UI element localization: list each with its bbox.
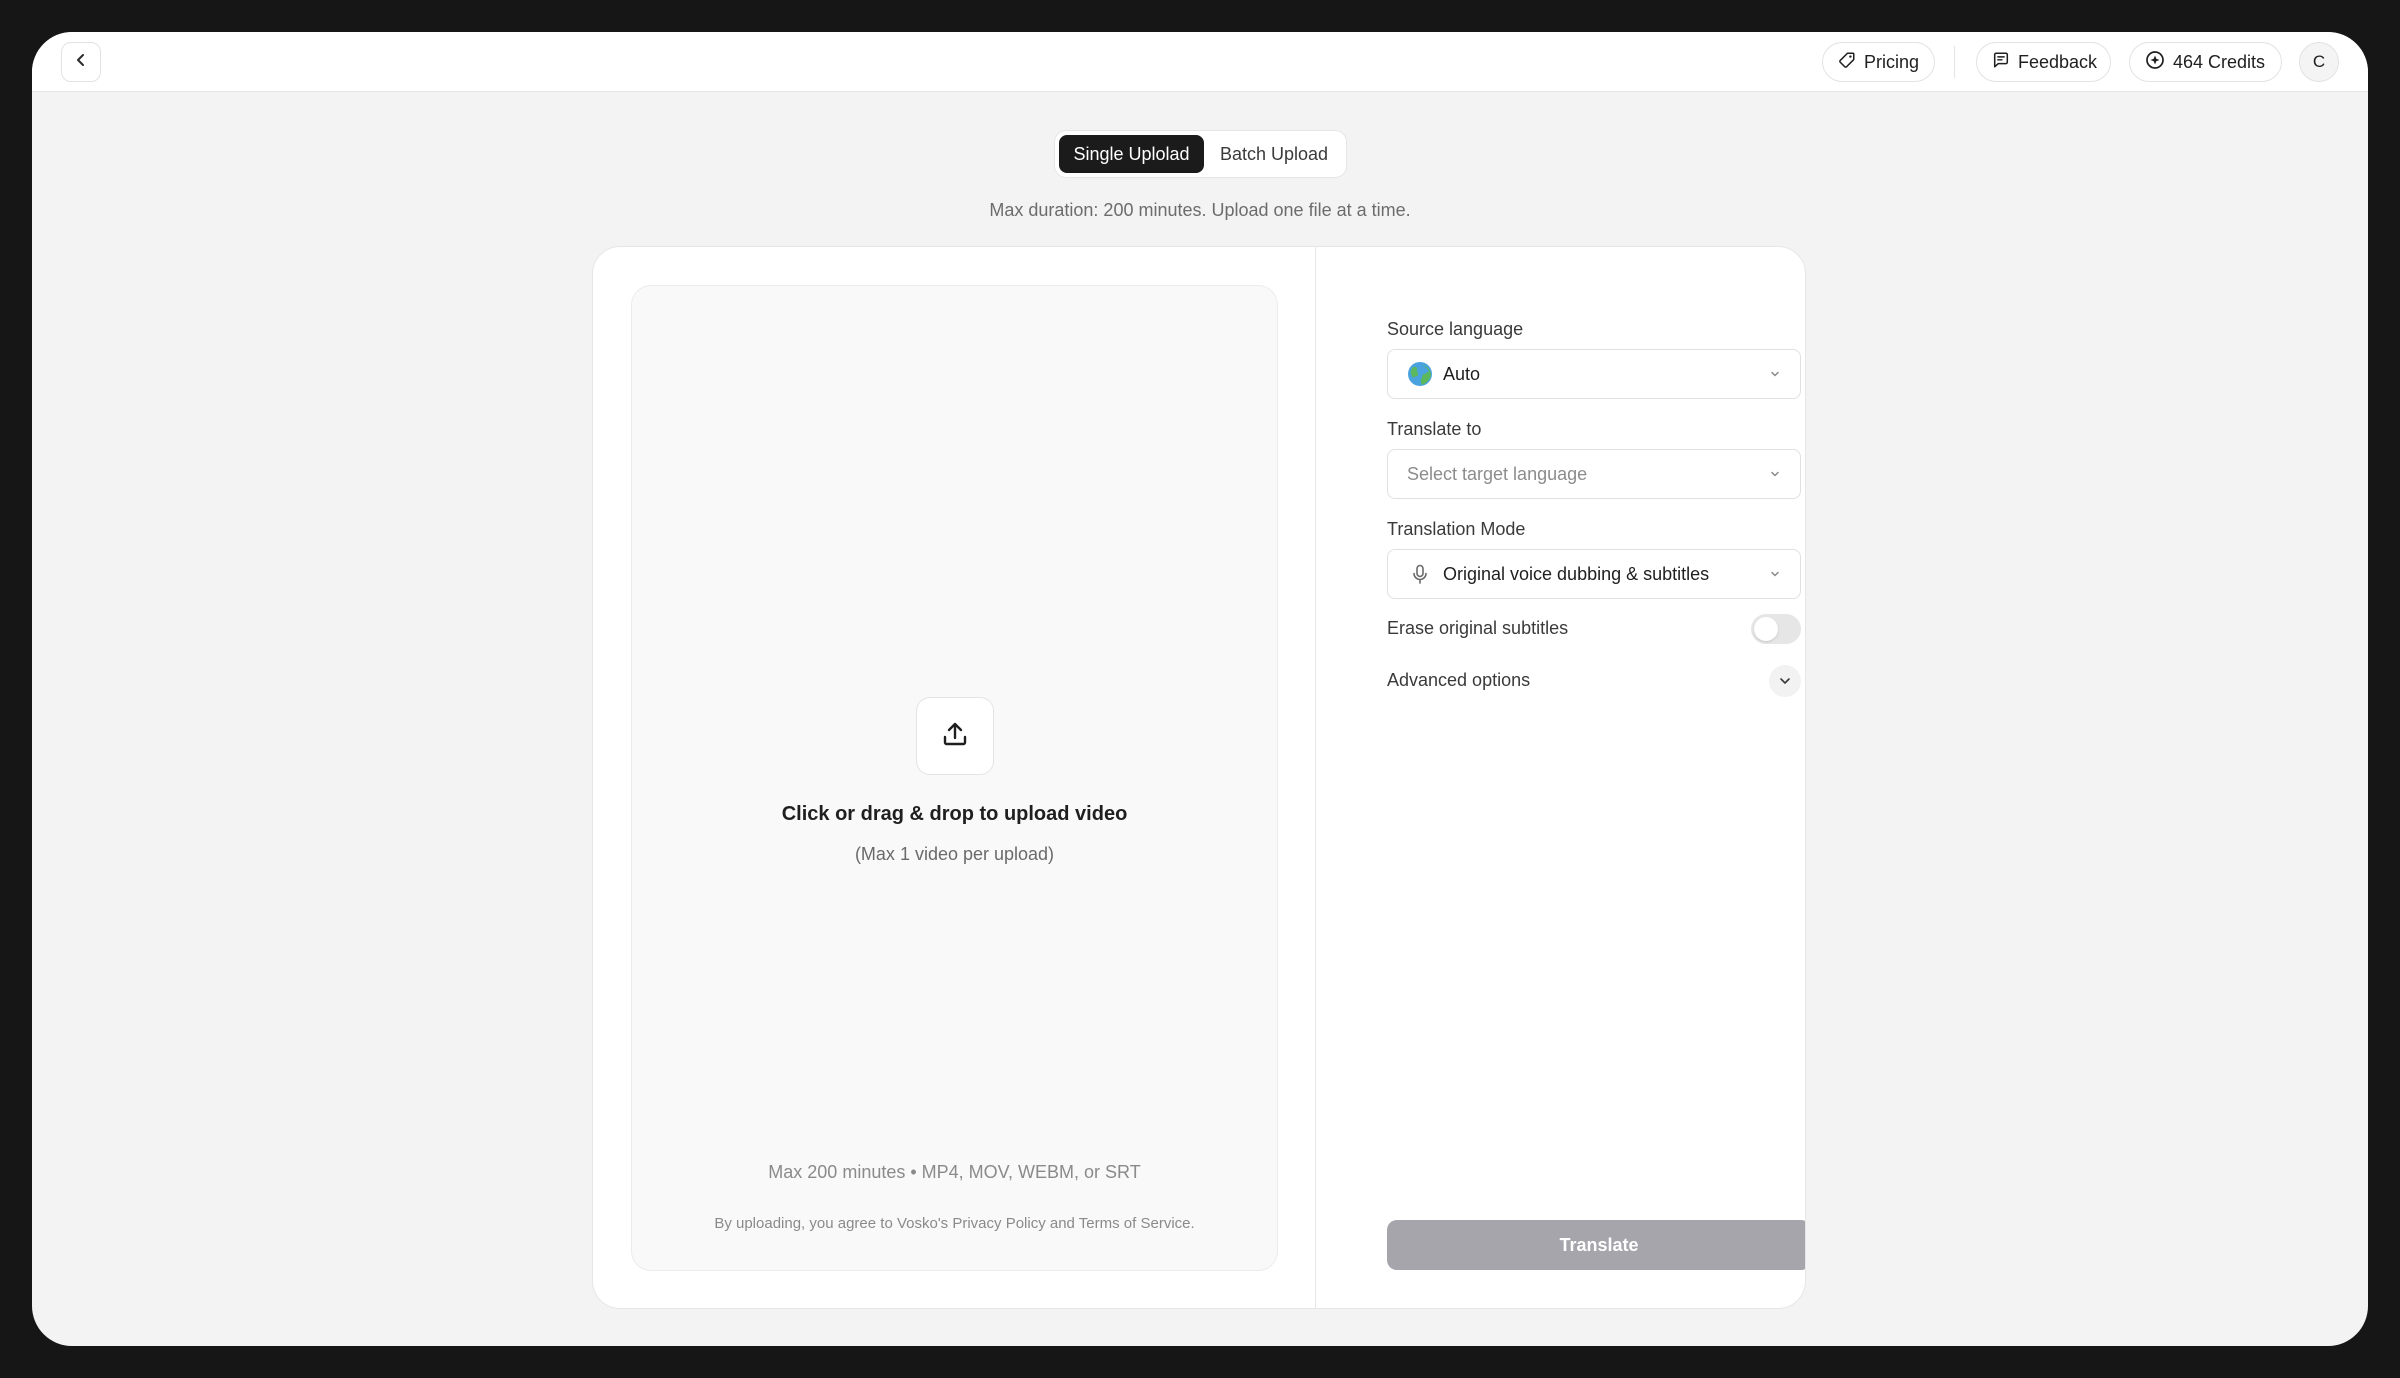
feedback-button[interactable]: Feedback (1976, 42, 2111, 82)
user-avatar[interactable]: C (2299, 42, 2339, 82)
source-language-label: Source language (1387, 319, 1524, 339)
translation-mode-select[interactable]: Original voice dubbing & subtitles (1387, 549, 1801, 599)
chevron-down-icon (1768, 567, 1782, 581)
credits-label: 464 Credits (2173, 51, 2266, 72)
header-divider (1954, 46, 1955, 78)
advanced-options-row[interactable]: Advanced options (1387, 665, 1801, 697)
tab-single-upload[interactable]: Single Uplolad (1059, 135, 1204, 173)
source-language-select[interactable]: Auto (1387, 349, 1801, 399)
source-language-value: Auto (1443, 363, 1481, 384)
supported-formats: Max 200 minutes • MP4, MOV, WEBM, or SRT (768, 1162, 1141, 1182)
microphone-icon (1407, 561, 1433, 587)
back-button[interactable] (61, 42, 101, 82)
panel-divider (1315, 247, 1316, 1308)
tag-icon (1838, 51, 1856, 74)
upload-icon-container (916, 697, 994, 775)
dropzone-subtitle: (Max 1 video per upload) (854, 844, 1055, 864)
chevron-down-icon[interactable] (1769, 665, 1801, 697)
globe-icon (1407, 361, 1433, 387)
erase-subtitles-toggle[interactable] (1751, 614, 1801, 644)
erase-subtitles-label: Erase original subtitles (1387, 618, 1569, 638)
translate-button[interactable]: Translate (1387, 1220, 1805, 1270)
erase-subtitles-row: Erase original subtitles (1387, 614, 1801, 644)
chevron-down-icon (1768, 467, 1782, 481)
upload-card: Click or drag & drop to upload video (Ma… (592, 246, 1806, 1309)
translation-mode-label: Translation Mode (1387, 519, 1526, 539)
avatar-initial: C (2312, 52, 2326, 71)
credits-button[interactable]: 464 Credits (2129, 42, 2282, 82)
upload-mode-tabs: Single Uplolad Batch Upload (1054, 130, 1347, 178)
target-language-placeholder: Select target language (1407, 463, 1588, 484)
toggle-knob (1754, 617, 1778, 641)
pricing-button[interactable]: Pricing (1822, 42, 1935, 82)
translate-to-label: Translate to (1387, 419, 1482, 439)
upload-icon (940, 719, 970, 754)
tab-batch-upload[interactable]: Batch Upload (1206, 135, 1342, 173)
target-language-select[interactable]: Select target language (1387, 449, 1801, 499)
upload-limit-note: Max duration: 200 minutes. Upload one fi… (989, 200, 1411, 220)
dropzone-title: Click or drag & drop to upload video (781, 803, 1128, 825)
video-dropzone[interactable]: Click or drag & drop to upload video (Ma… (631, 285, 1278, 1271)
chevron-down-icon (1768, 367, 1782, 381)
app-screen: Pricing Feedback 464 Credits C Single Up… (32, 32, 2368, 1346)
advanced-options-label: Advanced options (1387, 670, 1531, 690)
message-square-icon (1992, 51, 2010, 74)
pricing-label: Pricing (1864, 51, 1920, 72)
top-bar: Pricing Feedback 464 Credits C (32, 32, 2368, 92)
legal-notice: By uploading, you agree to Vosko's Priva… (714, 1215, 1195, 1232)
plus-circle-icon (2145, 50, 2165, 75)
translation-mode-value: Original voice dubbing & subtitles (1443, 563, 1710, 584)
feedback-label: Feedback (2018, 51, 2098, 72)
chevron-left-icon (73, 52, 89, 73)
